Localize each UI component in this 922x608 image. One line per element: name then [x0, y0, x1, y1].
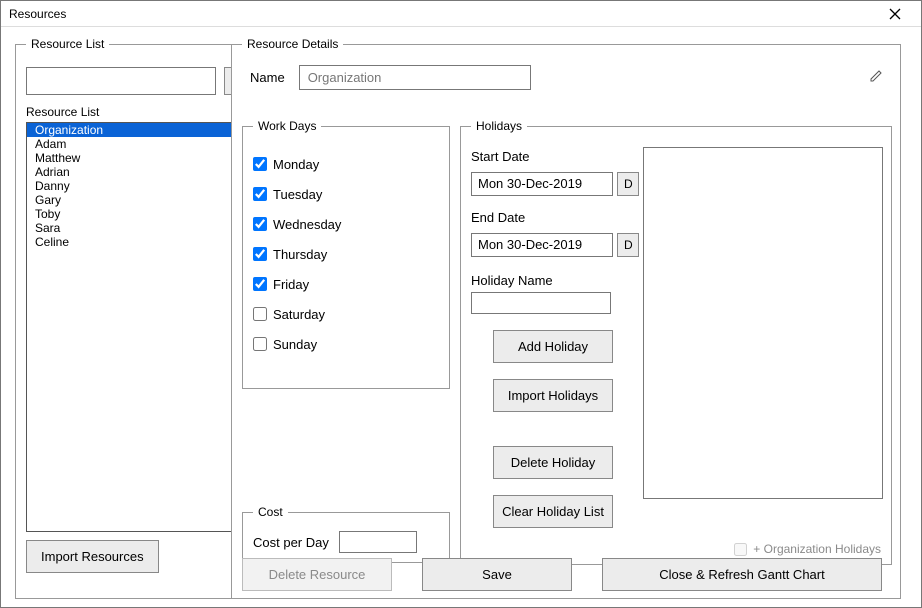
work-day-row[interactable]: Thursday — [253, 239, 439, 269]
work-days-group: Work Days Monday Tuesday Wednesday Thursday… — [242, 119, 450, 389]
end-date-field[interactable]: Mon 30-Dec-2019 — [471, 233, 613, 257]
holiday-name-label: Holiday Name — [471, 273, 639, 288]
name-field[interactable] — [299, 65, 531, 90]
work-day-checkbox[interactable] — [253, 247, 267, 261]
work-day-label: Wednesday — [273, 217, 341, 232]
work-day-checkbox[interactable] — [253, 277, 267, 291]
work-day-row[interactable]: Saturday — [253, 299, 439, 329]
import-resources-button[interactable]: Import Resources — [26, 540, 159, 573]
pencil-icon[interactable] — [870, 70, 888, 85]
work-day-row[interactable]: Friday — [253, 269, 439, 299]
clear-holiday-list-button[interactable]: Clear Holiday List — [493, 495, 613, 528]
work-day-row[interactable]: Sunday — [253, 329, 439, 359]
cost-legend: Cost — [253, 505, 288, 519]
resource-details-group: Resource Details Name Work Days Monday Tu… — [231, 37, 901, 599]
holidays-legend: Holidays — [471, 119, 527, 133]
window-title: Resources — [9, 7, 66, 21]
work-day-row[interactable]: Tuesday — [253, 179, 439, 209]
work-day-label: Monday — [273, 157, 319, 172]
work-day-label: Thursday — [273, 247, 327, 262]
holidays-group: Holidays Start Date Mon 30-Dec-2019 D En… — [460, 119, 892, 565]
dialog-body: Resource List Add Resource List Organiza… — [1, 27, 921, 607]
work-day-checkbox[interactable] — [253, 217, 267, 231]
work-day-row[interactable]: Wednesday — [253, 209, 439, 239]
work-day-checkbox[interactable] — [253, 337, 267, 351]
resource-details-legend: Resource Details — [242, 37, 343, 51]
titlebar: Resources — [1, 1, 921, 27]
work-day-checkbox[interactable] — [253, 307, 267, 321]
resource-list-legend: Resource List — [26, 37, 109, 51]
work-days-legend: Work Days — [253, 119, 321, 133]
work-day-label: Tuesday — [273, 187, 322, 202]
work-day-checkbox[interactable] — [253, 157, 267, 171]
save-button[interactable]: Save — [422, 558, 572, 591]
work-day-label: Friday — [273, 277, 309, 292]
close-icon[interactable] — [875, 2, 915, 26]
name-label: Name — [250, 70, 285, 85]
resource-name-input[interactable] — [26, 67, 216, 95]
work-day-label: Sunday — [273, 337, 317, 352]
holiday-name-input[interactable] — [471, 292, 611, 314]
cost-per-day-input[interactable] — [339, 531, 417, 553]
holiday-listbox[interactable] — [643, 147, 883, 499]
end-date-picker-button[interactable]: D — [617, 233, 639, 257]
work-day-checkbox[interactable] — [253, 187, 267, 201]
delete-holiday-button[interactable]: Delete Holiday — [493, 446, 613, 479]
resources-dialog: Resources Resource List Add Resource Lis… — [0, 0, 922, 608]
work-day-label: Saturday — [273, 307, 325, 322]
delete-resource-button[interactable]: Delete Resource — [242, 558, 392, 591]
end-date-label: End Date — [471, 210, 639, 225]
start-date-field[interactable]: Mon 30-Dec-2019 — [471, 172, 613, 196]
import-holidays-button[interactable]: Import Holidays — [493, 379, 613, 412]
start-date-label: Start Date — [471, 149, 639, 164]
cost-per-day-label: Cost per Day — [253, 535, 329, 550]
add-holiday-button[interactable]: Add Holiday — [493, 330, 613, 363]
work-day-row[interactable]: Monday — [253, 149, 439, 179]
close-refresh-button[interactable]: Close & Refresh Gantt Chart — [602, 558, 882, 591]
start-date-picker-button[interactable]: D — [617, 172, 639, 196]
